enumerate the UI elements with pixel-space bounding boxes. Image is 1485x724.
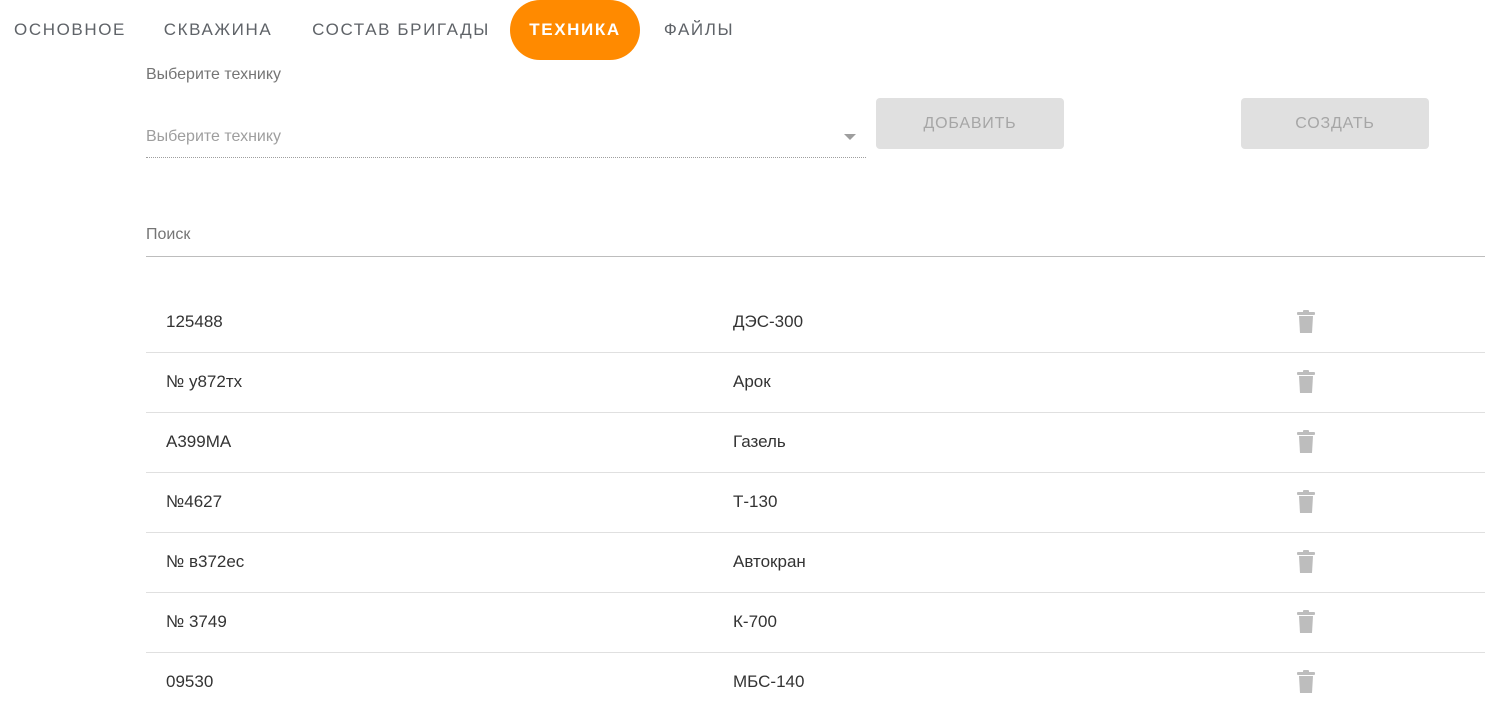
search-input[interactable]: Поиск bbox=[146, 216, 1485, 257]
table-row: А399МА Газель bbox=[146, 413, 1485, 473]
table-row: 125488 ДЭС-300 bbox=[146, 293, 1485, 353]
equipment-name: Автокран bbox=[733, 552, 806, 571]
equipment-number: № 3749 bbox=[166, 612, 227, 631]
trash-icon[interactable] bbox=[1296, 430, 1316, 454]
equipment-number: 09530 bbox=[166, 672, 214, 691]
create-button[interactable]: Создать bbox=[1241, 98, 1429, 149]
table-row: № 3749 К-700 bbox=[146, 593, 1485, 653]
table-row: №4627 Т-130 bbox=[146, 473, 1485, 533]
equipment-name: МБС-140 bbox=[733, 672, 805, 691]
equipment-name: Арок bbox=[733, 372, 771, 391]
tab-well[interactable]: Скважина bbox=[148, 0, 288, 60]
equipment-number: № в372ес bbox=[166, 552, 245, 571]
dropdown-arrow-icon bbox=[844, 134, 856, 140]
equipment-name: ДЭС-300 bbox=[733, 312, 804, 331]
equipment-select-label: Выберите технику bbox=[146, 66, 282, 83]
tab-main[interactable]: Основное bbox=[0, 0, 140, 60]
trash-icon[interactable] bbox=[1296, 490, 1316, 514]
tab-equipment[interactable]: Техника bbox=[510, 0, 640, 60]
equipment-number: № у872тх bbox=[166, 372, 243, 391]
equipment-number: А399МА bbox=[166, 432, 232, 451]
equipment-name: К-700 bbox=[733, 612, 777, 631]
tab-crew[interactable]: Состав бригады bbox=[296, 0, 506, 60]
trash-icon[interactable] bbox=[1296, 550, 1316, 574]
trash-icon[interactable] bbox=[1296, 610, 1316, 634]
table-row: № у872тх Арок bbox=[146, 353, 1485, 413]
tab-files[interactable]: Файлы bbox=[644, 0, 754, 60]
trash-icon[interactable] bbox=[1296, 310, 1316, 334]
equipment-number: №4627 bbox=[166, 492, 223, 511]
trash-icon[interactable] bbox=[1296, 370, 1316, 394]
table-row: № в372ес Автокран bbox=[146, 533, 1485, 593]
equipment-name: Газель bbox=[733, 432, 786, 451]
equipment-select[interactable]: Выберите технику bbox=[146, 118, 866, 158]
equipment-table: 125488 ДЭС-300 № у872тх Арок А399МА Газе… bbox=[146, 293, 1485, 713]
equipment-number: 125488 bbox=[166, 312, 223, 331]
trash-icon[interactable] bbox=[1296, 670, 1316, 694]
equipment-name: Т-130 bbox=[733, 492, 778, 511]
equipment-select-placeholder: Выберите технику bbox=[146, 128, 282, 145]
equipment-page: Основное Скважина Состав бригады Техника… bbox=[0, 0, 1485, 724]
table-row: 09530 МБС-140 bbox=[146, 653, 1485, 713]
add-button[interactable]: Добавить bbox=[876, 98, 1064, 149]
search-placeholder: Поиск bbox=[146, 226, 191, 243]
